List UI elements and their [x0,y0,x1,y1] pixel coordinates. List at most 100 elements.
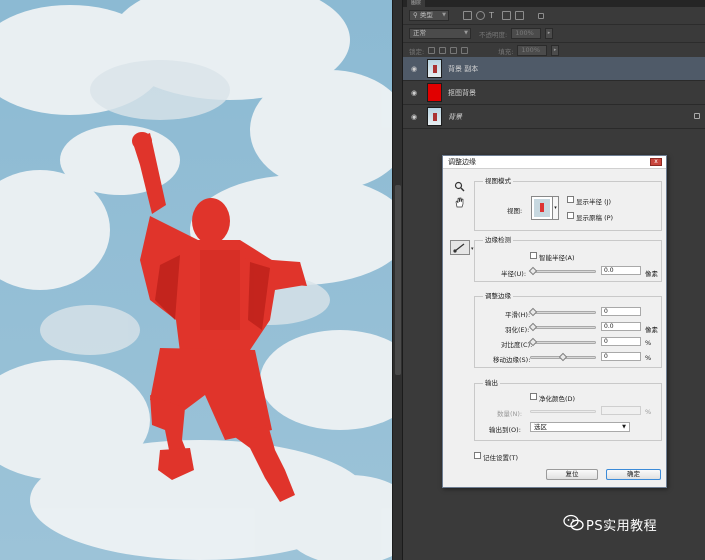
lock-transparent-icon[interactable] [428,47,436,54]
amount-slider[interactable] [530,410,596,413]
adjust-row-label: 移动边缘(S): [493,356,531,364]
output-label: 输出 [483,379,500,387]
scrollbar-thumb[interactable] [395,185,401,375]
adjust-row-value: 0 [604,308,608,315]
adjust-row-field[interactable]: 0 [601,337,641,346]
adjust-row-slider[interactable] [530,311,596,314]
radius-slider[interactable] [530,270,596,273]
search-icon: ⚲ [413,11,420,19]
photo-image [0,0,392,560]
adjust-row-label: 羽化(E): [505,326,530,334]
view-preview-figure [540,203,544,212]
dialog-title: 调整边缘 [448,158,476,166]
pixel-filter-icon[interactable] [463,11,472,20]
adjust-edge-group: 调整边缘 平滑(H): 0 羽化(E): 0.0 像素 对比度(C): 0% 移动边缘(S):… [474,292,662,368]
layer-thumbnail [427,83,442,102]
shape-filter-icon[interactable] [502,11,511,20]
chevron-right-icon: ▸ [547,30,551,36]
canvas-vertical-scrollbar[interactable] [392,0,402,560]
close-icon: x [654,158,658,165]
output-to-label: 输出到(O): [489,426,521,434]
smart-radius-checkbox[interactable] [530,252,537,259]
slider-thumb[interactable] [528,266,538,276]
view-thumbnail[interactable] [531,196,553,220]
lock-position-icon[interactable] [450,47,458,54]
layer-name: 背景 副本 [448,64,479,73]
opacity-field[interactable]: 100% [511,28,542,39]
lock-all-icon[interactable] [461,47,469,54]
edge-detection-label: 边缘检测 [483,236,513,244]
adjust-row-field[interactable]: 0 [601,307,641,316]
show-radius-checkbox[interactable] [567,196,574,203]
zoom-tool-icon[interactable] [454,181,465,192]
adjust-row-label: 对比度(C): [501,341,533,349]
show-original-checkbox[interactable] [567,212,574,219]
adjust-row-slider[interactable] [530,326,596,329]
adjust-row-value: 0.0 [604,323,614,330]
radius-label: 半径(U): [501,270,527,278]
output-to-dropdown[interactable]: 选区 ▼ [530,422,630,432]
layer-row-cutout-background[interactable]: ◉ 抠图背景 [403,81,705,105]
reset-button[interactable]: 复位 [546,469,598,480]
lock-pixels-icon[interactable] [439,47,447,54]
radius-unit: 像素 [645,270,658,278]
layer-thumbnail [427,59,442,78]
amount-label: 数量(N): [497,410,523,418]
type-filter-icon[interactable]: T [489,11,498,20]
layer-row-background[interactable]: ◉ 背景 [403,105,705,129]
slider-thumb[interactable] [558,352,568,362]
filter-kind-value: 类型 [419,11,433,19]
brush-icon [453,243,465,253]
adjust-row-unit: % [645,354,652,362]
decontaminate-checkbox[interactable] [530,393,537,400]
smart-radius-label: 智能半径(A) [539,254,575,262]
adjust-row-field[interactable]: 0 [601,352,641,361]
decontaminate-label: 净化颜色(D) [539,395,576,403]
fill-label: 填充: [498,47,514,56]
view-dropdown-button[interactable]: ▾ [553,196,559,220]
adjust-row-field[interactable]: 0.0 [601,322,641,331]
eye-icon[interactable]: ◉ [407,65,421,73]
dialog-titlebar[interactable]: 调整边缘 x [443,156,666,169]
eye-icon[interactable]: ◉ [407,113,421,121]
blend-row: 正常 ▼ 不透明度: 100% ▸ [403,25,705,43]
opacity-value: 100% [515,29,534,37]
blend-mode-value: 正常 [413,29,426,37]
close-button[interactable]: x [650,158,662,166]
layer-name: 背景 [448,112,462,121]
chevron-down-icon: ▼ [622,424,626,430]
show-original-label: 显示原稿 (P) [576,214,614,222]
adjustment-filter-icon[interactable] [476,11,485,20]
fill-value: 100% [521,46,540,54]
document-canvas[interactable] [0,0,392,560]
hand-tool-icon[interactable] [454,197,465,208]
refine-edge-dialog: 调整边缘 x ▾ 视图模式 视图: ▾ 显示半径 (J) 显示原稿 (P) 边缘… [442,155,667,488]
tab-layers[interactable]: 图层 [407,0,426,7]
lock-label: 锁定: [409,47,425,56]
filter-toggle-icon[interactable] [538,12,544,19]
chevron-down-icon: ▼ [442,12,446,18]
ok-button[interactable]: 确定 [606,469,661,480]
filter-kind-dropdown[interactable]: ⚲ 类型 ▼ [409,10,449,21]
radius-value: 0.0 [604,267,614,274]
amount-field[interactable] [601,406,641,415]
fill-dropdown-arrow[interactable]: ▸ [551,45,560,56]
reset-button-label: 复位 [565,470,579,478]
show-radius-label: 显示半径 (J) [576,198,612,206]
refine-radius-tool-button[interactable] [450,240,470,255]
layer-row-background-copy[interactable]: ◉ 背景 副本 [403,57,705,81]
photoshop-window: 图层 ⚲ 类型 ▼ T 正常 ▼ 不透明度: 100% ▸ 锁定: 填充: 10… [0,0,705,560]
blend-mode-dropdown[interactable]: 正常 ▼ [409,28,471,39]
adjust-row-slider[interactable] [530,341,596,344]
slider-thumb[interactable] [528,322,538,332]
chevron-down-icon: ▼ [464,30,468,36]
fill-field[interactable]: 100% [517,45,548,56]
remember-settings-label: 记住设置(T) [483,454,519,462]
adjust-edge-label: 调整边缘 [483,292,513,300]
smart-object-filter-icon[interactable] [515,11,524,20]
eye-icon[interactable]: ◉ [407,89,421,97]
radius-field[interactable]: 0.0 [601,266,641,275]
adjust-row-unit: % [645,339,652,347]
opacity-dropdown-arrow[interactable]: ▸ [545,28,554,39]
remember-settings-checkbox[interactable] [474,452,481,459]
